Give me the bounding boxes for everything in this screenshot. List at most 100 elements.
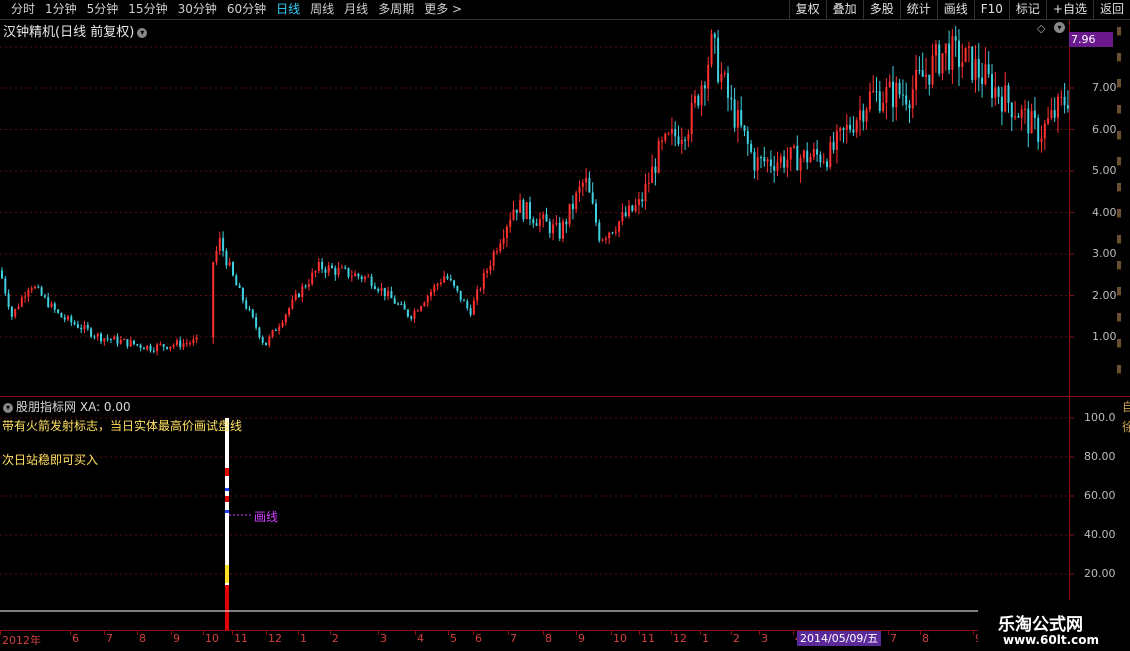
x-tick-mark [671, 631, 672, 635]
candle-body [314, 270, 317, 273]
candle-body [631, 205, 634, 211]
x-tick-mark [543, 631, 544, 635]
candle-body [258, 327, 261, 338]
candle-body [1053, 110, 1056, 118]
candle-body [17, 306, 20, 309]
x-tick-label: 8 [922, 632, 929, 645]
x-tick-label: 6 [72, 632, 79, 645]
candle-body [24, 296, 27, 298]
x-tick-label: 3 [761, 632, 768, 645]
candle-body [687, 134, 690, 141]
candle-body [53, 303, 56, 310]
candle-body [773, 166, 776, 171]
candle-body [463, 300, 465, 302]
candle-body [845, 124, 848, 130]
x-tick-label: 11 [234, 632, 248, 645]
candle-body [47, 297, 50, 307]
price-chart[interactable] [0, 0, 1130, 630]
x-tick-mark [266, 631, 267, 635]
candle-body [83, 324, 86, 330]
candle-body [403, 304, 406, 310]
candle-body [63, 317, 66, 320]
candle-body [779, 156, 782, 163]
panel-separator[interactable] [0, 396, 1130, 397]
candle-body [433, 285, 436, 292]
candle-body [875, 91, 878, 93]
candle-body [713, 33, 716, 38]
candle-body [515, 209, 518, 213]
candle-body [228, 262, 231, 266]
x-tick-label: 10 [205, 632, 219, 645]
candle-body [354, 273, 357, 277]
candle-body [819, 154, 822, 163]
candle-body [373, 286, 376, 289]
candle-body [472, 300, 475, 315]
candle-body [690, 103, 693, 135]
candle-body [360, 276, 363, 280]
candle-body [604, 238, 607, 240]
candle-body [162, 344, 165, 347]
candle-body [383, 287, 386, 297]
candle-body [885, 86, 888, 103]
candle-body [872, 91, 875, 93]
candle-body [670, 129, 673, 134]
candle-body [987, 64, 990, 75]
candle-body [43, 295, 46, 298]
candle-body [964, 47, 967, 62]
x-tick-label: 2 [332, 632, 339, 645]
x-tick-label: 1 [702, 632, 709, 645]
candle-body [4, 278, 7, 294]
candle-body [274, 330, 277, 332]
candle-body [1027, 108, 1030, 134]
candle-body [512, 209, 515, 220]
candle-body [703, 85, 706, 89]
candle-body [720, 74, 723, 82]
candle-body [951, 36, 954, 70]
candle-body [908, 104, 911, 109]
candle-body [265, 342, 267, 346]
candle-body [608, 232, 611, 239]
side-glyph: ▮ [1116, 310, 1123, 323]
chevron-down-icon-3[interactable]: ▾ [3, 402, 13, 413]
candle-body [136, 344, 139, 346]
candle-body [166, 346, 168, 349]
signal-bar-red [225, 585, 229, 630]
candle-body [30, 288, 33, 291]
x-tick-label: 3 [380, 632, 387, 645]
indicator-name: 股朋指标网 [16, 400, 77, 414]
candle-body [482, 272, 485, 289]
candle-body [430, 291, 432, 297]
candle-body [334, 268, 337, 275]
candle-body [420, 306, 423, 311]
candle-body [674, 129, 677, 137]
candle-body [736, 110, 739, 128]
candle-body [723, 73, 726, 75]
candle-body [647, 182, 650, 184]
candle-body [849, 124, 852, 130]
candle-body [1043, 123, 1046, 139]
side-glyph: ▮ [1116, 284, 1123, 297]
watermark-url: www.60lt.com [1003, 633, 1100, 647]
side-label-1: 自 [1122, 400, 1130, 414]
y-tick-label: 2.00 [1092, 288, 1117, 302]
side-glyph: ▮ [1116, 76, 1123, 89]
candle-body [641, 199, 644, 202]
candle-body [321, 261, 324, 270]
x-tick-mark [415, 631, 416, 635]
candle-body [370, 276, 373, 287]
candle-body [925, 74, 927, 77]
candle-body [123, 339, 126, 341]
candle-body [855, 120, 858, 133]
candle-body [628, 205, 630, 217]
x-tick-mark [973, 631, 974, 635]
candle-body [997, 87, 1000, 97]
x-tick-label: 12 [268, 632, 282, 645]
candle-body [954, 36, 957, 41]
x-tick-mark [203, 631, 204, 635]
candle-body [149, 345, 152, 351]
candle-body [697, 95, 700, 106]
candle-body [337, 267, 340, 275]
candle-body [324, 269, 327, 273]
candle-body [760, 157, 762, 159]
candle-body [1060, 96, 1063, 98]
